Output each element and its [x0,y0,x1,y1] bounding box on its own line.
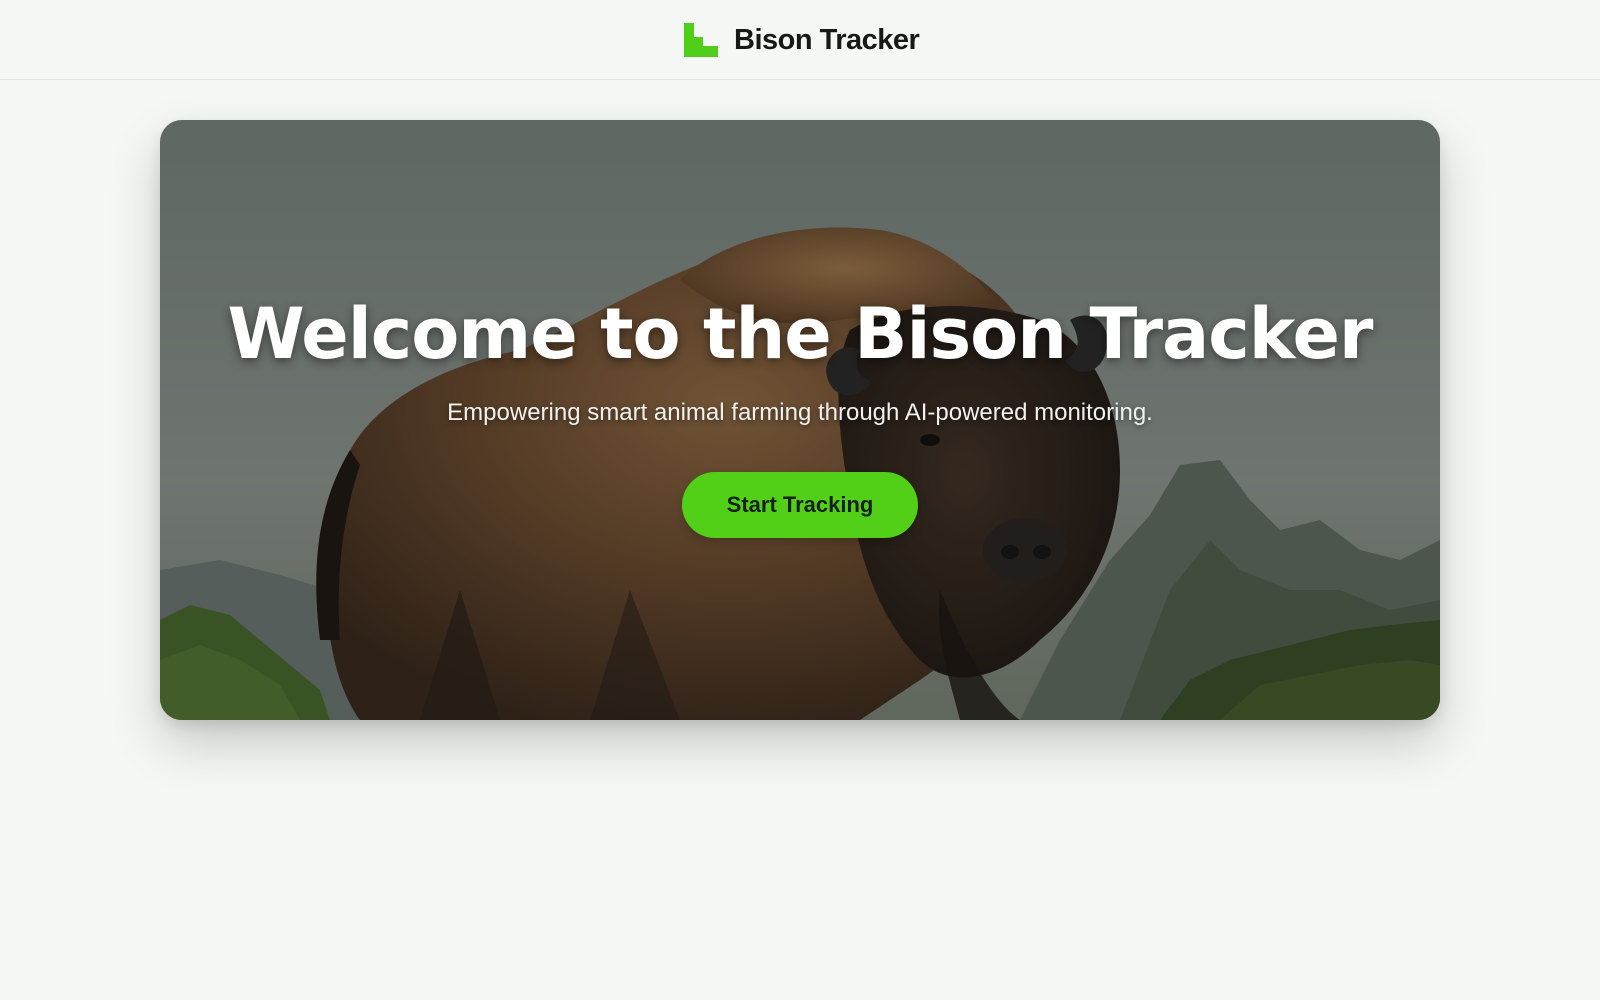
start-tracking-button[interactable]: Start Tracking [682,472,918,538]
stair-block-logo-icon [684,23,718,57]
hero-banner: Welcome to the Bison Tracker Empowering … [160,120,1440,720]
hero-title: Welcome to the Bison Tracker [227,293,1374,375]
brand-name: Bison Tracker [734,23,920,56]
site-header: Bison Tracker [0,0,1600,80]
hero-subtitle: Empowering smart animal farming through … [447,399,1153,426]
brand[interactable]: Bison Tracker [684,22,920,58]
